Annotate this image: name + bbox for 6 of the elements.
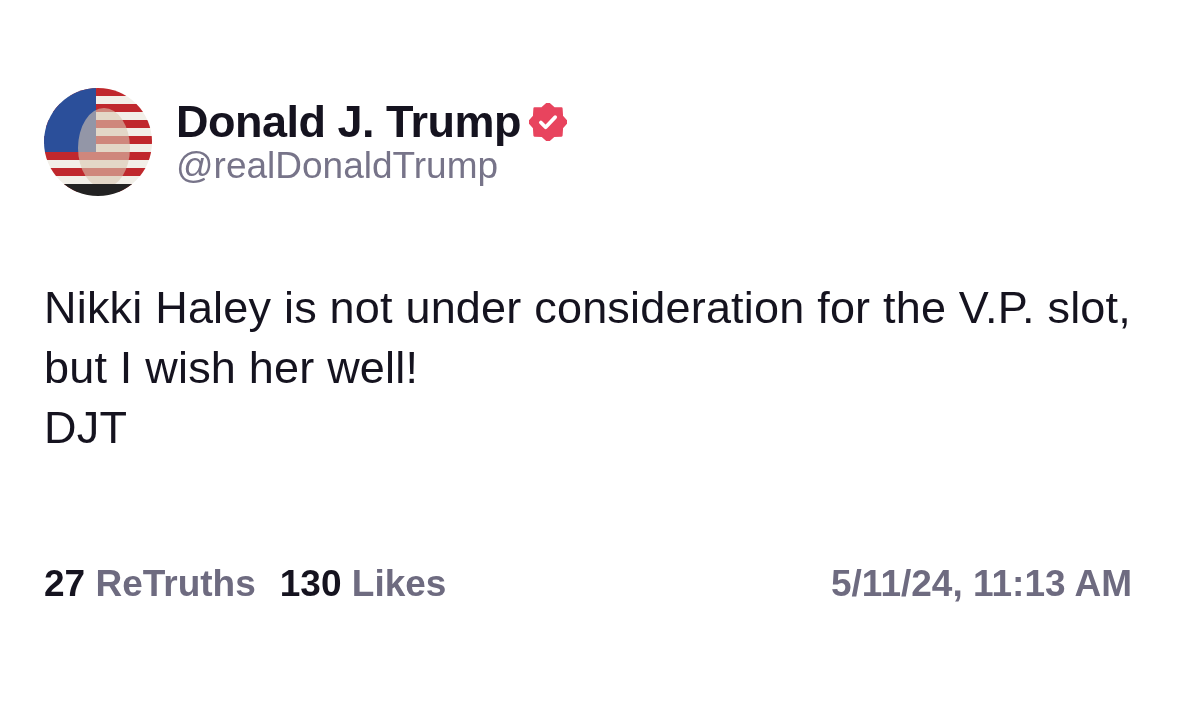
- author-handle[interactable]: @realDonaldTrump: [176, 146, 568, 188]
- stat-count[interactable]: 130 Likes: [279, 556, 447, 612]
- post-text: Nikki Haley is not under consideration for the V.P. slot, but I wish her well! DJT: [44, 281, 1132, 455]
- stat-count[interactable]: 27 ReTruths: [44, 556, 256, 612]
- timestamp: 5/11/24, 11:13 AM: [831, 562, 1132, 606]
- author-name: Donald J. Trump: [176, 96, 522, 147]
